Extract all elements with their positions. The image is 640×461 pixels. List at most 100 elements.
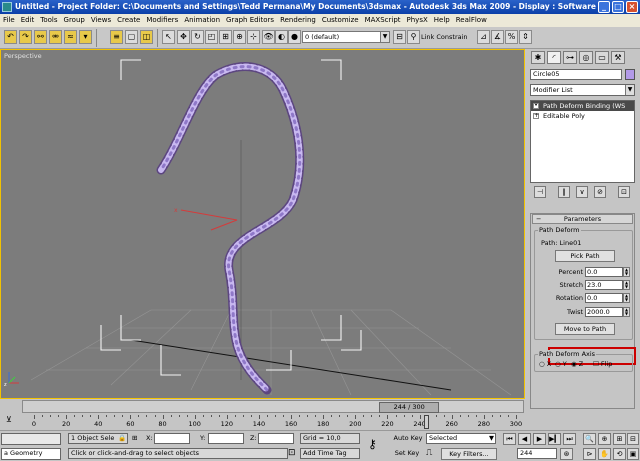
perspective-viewport[interactable]: Perspective x z: [0, 49, 525, 399]
zoom-icon[interactable]: 🔍: [583, 433, 596, 445]
app-icon[interactable]: [2, 2, 12, 12]
spinner-arrows-icon[interactable]: ▲ ▼: [623, 280, 630, 290]
motion-tab-icon[interactable]: ◎: [579, 51, 593, 64]
link-constraint-icon[interactable]: ⚲: [407, 30, 420, 44]
select-object-icon[interactable]: ↖: [162, 30, 175, 44]
pan-view-icon[interactable]: ✋: [598, 448, 611, 460]
menu-edit[interactable]: Edit: [18, 14, 38, 24]
move-to-path-button[interactable]: Move to Path: [555, 323, 615, 335]
reference-coord-icon[interactable]: ⊞: [219, 30, 232, 44]
show-end-result-icon[interactable]: ‖: [558, 186, 570, 198]
go-to-end-icon[interactable]: ⏭: [563, 433, 576, 445]
axis-x-radio[interactable]: ○ X: [539, 360, 551, 368]
zoom-all-icon[interactable]: ⊕: [598, 433, 611, 445]
configure-sets-icon[interactable]: ⊡: [618, 186, 630, 198]
spinner-snap-icon[interactable]: ⇕: [519, 30, 532, 44]
z-coord-field[interactable]: [258, 433, 294, 444]
layer-freeze-icon[interactable]: ◐: [275, 30, 288, 44]
zoom-extents-icon[interactable]: ⊞: [613, 433, 626, 445]
set-key-button[interactable]: Set Key: [392, 448, 422, 460]
stack-item-path-deform[interactable]: • Path Deform Binding (WS: [531, 101, 634, 111]
spinner-arrows-icon[interactable]: ▲ ▼: [623, 267, 630, 277]
go-to-start-icon[interactable]: ⏮: [503, 433, 516, 445]
arc-rotate-icon[interactable]: ⟲: [613, 448, 626, 460]
display-tab-icon[interactable]: ▭: [595, 51, 609, 64]
flip-checkbox[interactable]: ☐ Flip: [593, 360, 612, 368]
axis-z-radio[interactable]: ◉ Z: [571, 360, 583, 368]
stack-item-editable-poly[interactable]: + Editable Poly: [531, 111, 634, 121]
undo-icon[interactable]: ↶: [4, 30, 17, 44]
modify-tab-icon[interactable]: ◜: [547, 51, 561, 64]
time-config-icon[interactable]: ⊛: [560, 448, 573, 460]
add-time-tag[interactable]: Add Time Tag: [300, 448, 360, 459]
twist-spinner[interactable]: 2000.0 ▲ ▼: [585, 307, 630, 317]
x-coord-field[interactable]: [154, 433, 190, 444]
percent-snap-icon[interactable]: %: [505, 30, 518, 44]
track-bar[interactable]: 0 20 40 60 80 100 120 140 160 180 200 220 240 260 280 3…: [22, 415, 525, 430]
time-slider-thumb[interactable]: 244 / 300: [379, 402, 440, 413]
y-coord-field[interactable]: [208, 433, 244, 444]
menu-customize[interactable]: Customize: [319, 14, 362, 24]
rollout-header[interactable]: − Parameters: [532, 214, 633, 224]
utilities-tab-icon[interactable]: ⚒: [611, 51, 625, 64]
menu-realflow[interactable]: RealFlow: [453, 14, 490, 24]
bulb-icon[interactable]: •: [533, 103, 539, 109]
menu-graph-editors[interactable]: Graph Editors: [223, 14, 277, 24]
menu-tools[interactable]: Tools: [37, 14, 60, 24]
create-tab-icon[interactable]: ✱: [531, 51, 545, 64]
lock-selection-icon[interactable]: 🔒: [118, 434, 126, 442]
key-filters-button[interactable]: Key Filters...: [441, 448, 497, 460]
layer-visibility-icon[interactable]: 👁: [262, 30, 275, 44]
select-scale-icon[interactable]: ◰: [205, 30, 218, 44]
modifier-list-dropdown[interactable]: Modifier List ▼: [530, 84, 635, 96]
bind-space-warp-icon[interactable]: ≈: [64, 30, 77, 44]
remove-modifier-icon[interactable]: ⊘: [594, 186, 606, 198]
absolute-mode-icon[interactable]: ⊞: [132, 434, 137, 442]
next-frame-icon[interactable]: ▶▎: [548, 433, 561, 445]
open-mini-curve-editor-icon[interactable]: ⊻: [6, 415, 18, 427]
expand-plus-icon[interactable]: +: [533, 113, 539, 119]
menu-physx[interactable]: PhysX: [404, 14, 431, 24]
selection-filter-icon[interactable]: ▾: [79, 30, 92, 44]
set-key-icon[interactable]: ⎍: [426, 448, 432, 458]
select-rotate-icon[interactable]: ↻: [191, 30, 204, 44]
rect-selection-icon[interactable]: ▢: [125, 30, 138, 44]
menu-create[interactable]: Create: [114, 14, 143, 24]
menu-help[interactable]: Help: [431, 14, 453, 24]
object-name-field[interactable]: Circle05: [530, 69, 622, 80]
menu-animation[interactable]: Animation: [181, 14, 223, 24]
spinner-arrows-icon[interactable]: ▲ ▼: [623, 293, 630, 303]
pick-path-button[interactable]: Pick Path: [555, 250, 615, 262]
object-color-swatch[interactable]: [625, 69, 635, 80]
minimize-button[interactable]: _: [598, 1, 610, 13]
manipulate-icon[interactable]: ⊹: [247, 30, 260, 44]
layer-dropdown[interactable]: 0 (default) ▼: [302, 31, 390, 43]
close-button[interactable]: ×: [626, 1, 638, 13]
play-icon[interactable]: ▶: [533, 433, 546, 445]
script-tab[interactable]: a Geometry: [1, 448, 61, 460]
menu-views[interactable]: Views: [88, 14, 114, 24]
current-frame-field[interactable]: 244: [517, 448, 557, 459]
make-unique-icon[interactable]: ∨: [576, 186, 588, 198]
pivot-icon[interactable]: ⊕: [233, 30, 246, 44]
menu-rendering[interactable]: Rendering: [277, 14, 319, 24]
maxscript-listener-mini[interactable]: [1, 433, 61, 445]
current-frame-marker[interactable]: [424, 415, 430, 429]
axis-y-radio[interactable]: ○ Y: [555, 360, 567, 368]
menu-group[interactable]: Group: [61, 14, 88, 24]
maximize-button[interactable]: □: [612, 1, 624, 13]
hierarchy-tab-icon[interactable]: ⊶: [563, 51, 577, 64]
field-of-view-icon[interactable]: ⊳: [583, 448, 596, 460]
time-slider[interactable]: 244 / 300: [22, 400, 524, 413]
snap-icon[interactable]: ⊿: [477, 30, 490, 44]
redo-icon[interactable]: ↷: [19, 30, 32, 44]
select-move-icon[interactable]: ✥: [177, 30, 190, 44]
maximize-viewport-icon[interactable]: ▣: [627, 448, 639, 460]
menu-modifiers[interactable]: Modifiers: [143, 14, 181, 24]
auto-key-button[interactable]: Auto Key: [392, 433, 424, 445]
zoom-extents-all-icon[interactable]: ⊟: [627, 433, 639, 445]
menu-maxscript[interactable]: MAXScript: [362, 14, 404, 24]
layer-render-icon[interactable]: ●: [288, 30, 301, 44]
link-constraint-label[interactable]: Link Constrain: [421, 33, 468, 41]
previous-frame-icon[interactable]: ◀: [518, 433, 531, 445]
